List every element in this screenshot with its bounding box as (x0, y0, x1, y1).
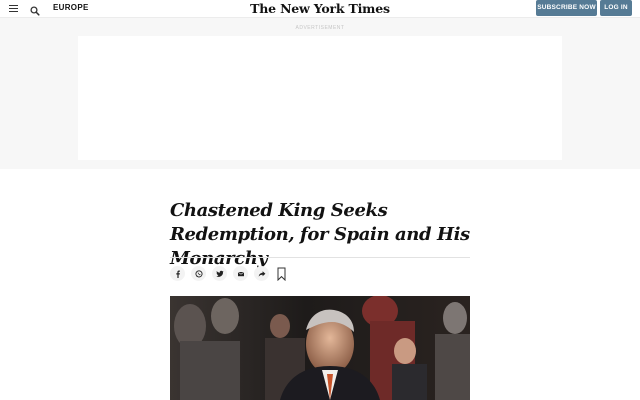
article-headline: Chastened King Seeks Redemption, for Spa… (170, 200, 470, 269)
twitter-icon[interactable] (212, 266, 227, 281)
email-icon[interactable] (233, 266, 248, 281)
facebook-icon[interactable] (170, 266, 185, 281)
bookmark-icon[interactable] (277, 267, 286, 282)
headline-divider (170, 257, 470, 258)
subscribe-button[interactable]: SUBSCRIBE NOW (536, 0, 597, 16)
top-bar: EUROPE The New York Times SUBSCRIBE NOW … (0, 0, 640, 17)
ad-label: ADVERTISEMENT (295, 25, 345, 31)
login-button[interactable]: LOG IN (600, 0, 632, 16)
lead-photo (170, 296, 470, 400)
ad-slot[interactable] (78, 36, 562, 160)
share-icon[interactable] (254, 266, 269, 281)
whatsapp-icon[interactable] (191, 266, 206, 281)
